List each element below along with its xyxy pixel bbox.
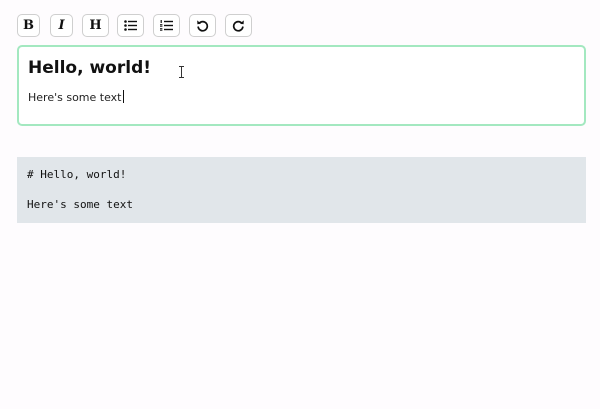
ordered-list-icon	[160, 20, 173, 31]
ordered-list-button[interactable]	[153, 14, 180, 37]
editor-heading[interactable]: Hello, world!	[28, 58, 151, 78]
bold-label: B	[23, 18, 34, 33]
heading-button[interactable]: H	[82, 14, 109, 37]
italic-button[interactable]: I	[50, 14, 73, 37]
markdown-line-paragraph: Here's some text	[27, 198, 133, 211]
markdown-editor-page: B I H Hello, world! Here's some text # H…	[0, 0, 600, 409]
undo-button[interactable]	[189, 14, 216, 37]
bullet-list-button[interactable]	[117, 14, 144, 37]
bullet-list-icon	[124, 20, 137, 31]
text-cursor-icon	[179, 63, 184, 82]
editor-paragraph-text: Here's some text	[28, 91, 122, 104]
bold-button[interactable]: B	[17, 14, 40, 37]
text-caret	[122, 90, 124, 103]
editor-paragraph[interactable]: Here's some text	[28, 90, 124, 105]
redo-button[interactable]	[225, 14, 252, 37]
heading-label: H	[89, 18, 102, 33]
markdown-line-heading: # Hello, world!	[27, 168, 127, 181]
rich-text-editor[interactable]: Hello, world! Here's some text	[17, 45, 586, 126]
redo-icon	[232, 19, 245, 32]
italic-label: I	[58, 18, 65, 33]
undo-icon	[196, 19, 209, 32]
markdown-output-panel: # Hello, world! Here's some text	[17, 157, 586, 223]
